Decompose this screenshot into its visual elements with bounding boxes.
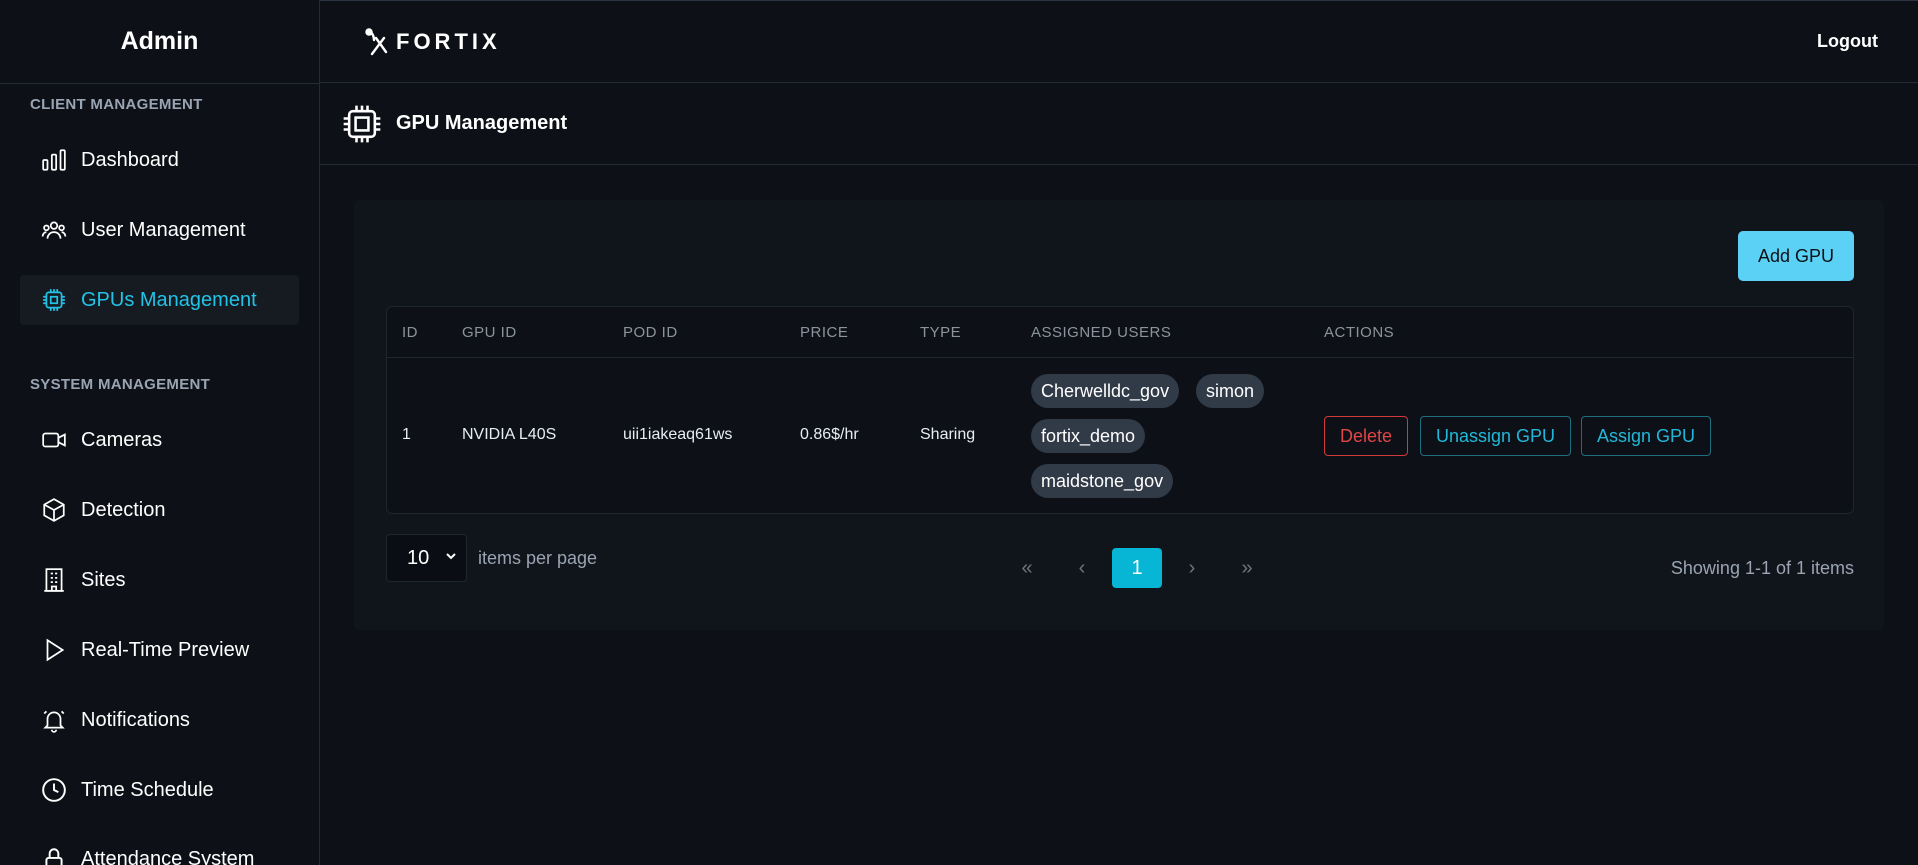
page-number-button[interactable]: 1 [1112, 548, 1162, 588]
sidebar-item-user-management[interactable]: User Management [20, 205, 299, 255]
sidebar-item-cameras[interactable]: Cameras [20, 415, 299, 465]
play-icon [46, 638, 65, 662]
chevron-down-icon [446, 553, 456, 560]
top-header: FORTIX Logout [320, 1, 1918, 83]
assigned-user-chip: simon [1196, 374, 1265, 408]
delete-button[interactable]: Delete [1324, 416, 1409, 456]
column-header-gpu-id: GPU ID [462, 324, 517, 341]
cpu-chip-icon [43, 289, 65, 311]
items-per-page-label: items per page [478, 548, 598, 568]
assigned-user-chip: fortix_demo [1031, 419, 1146, 453]
building-icon [44, 568, 64, 592]
sidebar-item-label: Dashboard [81, 148, 179, 171]
next-page-button[interactable]: › [1177, 548, 1207, 588]
first-page-button[interactable]: « [1012, 548, 1042, 588]
bell-icon [43, 710, 65, 733]
sidebar-item-real-time-preview[interactable]: Real-Time Preview [20, 625, 299, 675]
column-header-assigned-users: ASSIGNED USERS [1031, 324, 1172, 341]
sidebar-item-sites[interactable]: Sites [20, 555, 299, 605]
users-icon [41, 221, 67, 239]
cell-type: Sharing [920, 426, 976, 443]
cell-price: 0.86$/hr [800, 426, 859, 443]
sidebar-item-attendance-system[interactable]: Attendance System [20, 834, 299, 865]
bar-chart-icon [42, 149, 66, 171]
sidebar-item-label: GPUs Management [81, 288, 257, 311]
column-header-actions: ACTIONS [1324, 324, 1395, 341]
cpu-chip-icon [343, 105, 381, 142]
logout-button[interactable]: Logout [1817, 31, 1878, 52]
pagination-summary: Showing 1-1 of 1 items [1670, 558, 1854, 578]
column-header-price: PRICE [800, 324, 849, 341]
column-header-type: TYPE [920, 324, 962, 341]
page-title: GPU Management [396, 112, 568, 134]
lock-icon [45, 848, 63, 865]
assigned-user-chip: Cherwelldc_gov [1031, 374, 1180, 408]
page-header: GPU Management [320, 83, 1918, 165]
sidebar-header: Admin [0, 0, 319, 84]
cube-icon [43, 498, 65, 522]
sidebar-item-label: Attendance System [81, 847, 255, 865]
sidebar-item-label: Real-Time Preview [81, 638, 250, 661]
logo-text: FORTIX [396, 28, 501, 54]
sidebar: Admin CLIENT MANAGEMENT Dashboard User M… [0, 0, 320, 865]
column-header-id: ID [402, 324, 418, 341]
fortix-logo-icon [365, 27, 388, 55]
video-camera-icon [42, 432, 66, 448]
previous-page-button[interactable]: ‹ [1067, 548, 1097, 588]
sidebar-item-label: Sites [81, 568, 126, 591]
sidebar-item-label: Notifications [81, 708, 190, 731]
section-label-client: CLIENT MANAGEMENT [30, 96, 203, 113]
column-header-pod-id: POD ID [623, 324, 678, 341]
sidebar-item-detection[interactable]: Detection [20, 485, 299, 535]
sidebar-item-label: User Management [81, 218, 246, 241]
sidebar-item-gpus-management[interactable]: GPUs Management [20, 275, 299, 325]
unassign-gpu-button[interactable]: Unassign GPU [1420, 416, 1572, 456]
sidebar-item-notifications[interactable]: Notifications [20, 695, 299, 745]
cell-id: 1 [402, 426, 411, 443]
sidebar-item-dashboard[interactable]: Dashboard [20, 135, 299, 185]
table-header-divider [387, 357, 1853, 358]
last-page-button[interactable]: » [1232, 548, 1262, 588]
add-gpu-button[interactable]: Add GPU [1738, 231, 1854, 281]
sidebar-title: Admin [120, 27, 199, 55]
cell-pod-id: uii1iakeaq61ws [623, 426, 733, 443]
cell-gpu-id: NVIDIA L40S [462, 426, 557, 443]
sidebar-item-label: Cameras [81, 428, 163, 451]
sidebar-item-label: Time Schedule [81, 778, 214, 801]
sidebar-item-time-schedule[interactable]: Time Schedule [20, 765, 299, 815]
fortix-logo[interactable]: FORTIX [362, 26, 501, 58]
sidebar-item-label: Detection [81, 498, 166, 521]
assigned-user-chip: maidstone_gov [1031, 464, 1174, 498]
gpu-table: ID GPU ID POD ID PRICE TYPE ASSIGNED USE… [386, 306, 1854, 514]
section-label-system: SYSTEM MANAGEMENT [30, 376, 211, 393]
clock-icon [42, 778, 66, 802]
items-per-page-value: 10 [407, 546, 430, 569]
assign-gpu-button[interactable]: Assign GPU [1581, 416, 1712, 456]
items-per-page-select[interactable]: 10 [386, 534, 467, 582]
